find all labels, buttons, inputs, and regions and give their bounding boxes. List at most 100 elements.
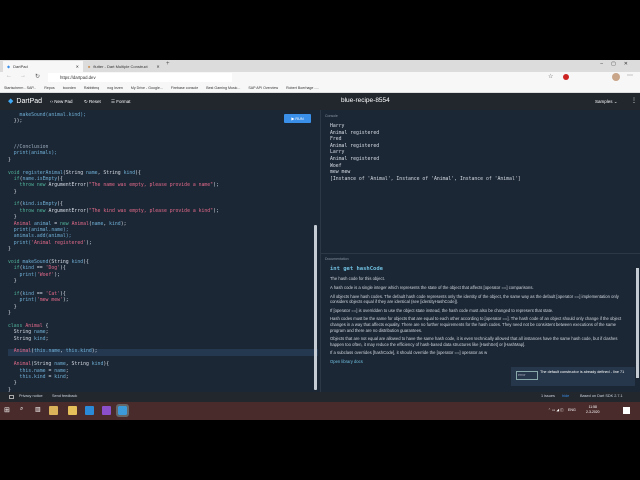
code-token: Animal — [8, 221, 34, 227]
task-view-icon[interactable]: ▥ — [35, 406, 44, 415]
bookmarks-bar: Startscherm - SAP... Repos boorden Rabbi… — [0, 83, 640, 93]
code-token: } — [8, 381, 17, 387]
tab-dartpad[interactable]: ◆ DartPad ✕ — [3, 61, 83, 72]
code-token: ArgumentError( — [48, 183, 89, 189]
code-lines[interactable]: makeSound(animal.kind); }); //Conclusion… — [8, 113, 318, 394]
menu-icon[interactable]: ⋯ — [627, 72, 633, 79]
taskbar: ⊞ ⌕ ▥ ⌃ ▭ ◢ ◫ ENG 11:58 2-3-2020 — [0, 402, 640, 420]
code-token: animals.add(animal); — [8, 234, 72, 240]
code-token: ; — [65, 375, 69, 381]
code-token: this.kind — [65, 349, 92, 355]
bookmark[interactable]: Repos — [44, 86, 54, 90]
bookmark[interactable]: Robert Boerhage -... — [286, 86, 319, 90]
code-token: 'mew mew' — [36, 298, 63, 304]
refresh-icon[interactable]: ↻ — [35, 73, 40, 80]
doc-paragraph: If [operator ==] is overridden to use th… — [330, 307, 554, 313]
code-token: ){ — [135, 170, 141, 176]
code-token: ){ — [83, 259, 89, 265]
bookmark[interactable]: Firebase console — [171, 86, 198, 90]
doc-title: int get hashCode — [330, 266, 383, 272]
footer-bar: Privacy notice Send feedback 1 issues hi… — [0, 392, 640, 402]
bookmark[interactable]: SAP API Overview — [248, 86, 278, 90]
code-token: ); — [62, 298, 69, 304]
visual-studio-app-icon[interactable] — [102, 406, 111, 415]
folder-app-icon[interactable] — [68, 406, 77, 415]
code-token: Animal — [8, 349, 32, 355]
bookmark[interactable]: Rabbitmq — [84, 86, 99, 90]
system-tray-icons[interactable]: ⌃ ▭ ◢ ◫ — [548, 408, 564, 412]
language-indicator[interactable]: ENG — [568, 408, 576, 412]
window-controls[interactable]: –▢✕ — [600, 61, 636, 67]
code-token: 'Animal registered' — [31, 240, 86, 246]
hide-issues-link[interactable]: hide — [562, 394, 569, 398]
url-input[interactable]: https://dartpad.dev — [48, 73, 232, 82]
code-token: kind — [123, 170, 136, 176]
more-options-icon[interactable]: ⋮ — [631, 97, 637, 104]
code-token: { — [45, 323, 49, 329]
reset-button[interactable]: ↻ Reset — [84, 99, 101, 105]
code-token: kind — [91, 362, 104, 368]
editor-scrollbar[interactable] — [314, 225, 317, 390]
extension-icon[interactable] — [563, 74, 569, 80]
profile-avatar[interactable] — [612, 73, 620, 81]
doc-paragraph: Objects that are not equal are allowed t… — [330, 336, 618, 347]
code-token: ){ — [60, 266, 66, 272]
code-token: ); — [213, 183, 219, 189]
bookmark[interactable]: Best Gaming Music... — [206, 86, 240, 90]
code-token: ){ — [60, 291, 66, 297]
code-token: print( — [8, 272, 37, 278]
dartpad-logo[interactable]: ◆ DartPad — [8, 97, 42, 106]
new-pad-button[interactable]: ‹› New Pad — [50, 99, 73, 104]
code-token: ; — [45, 330, 49, 336]
close-tab-icon[interactable]: ✕ — [156, 64, 159, 69]
favorite-star-icon[interactable]: ☆ — [548, 73, 553, 80]
format-button[interactable]: ☰ Format — [111, 99, 131, 105]
bookmark[interactable]: Startscherm - SAP... — [4, 86, 36, 90]
code-token: if — [8, 202, 20, 208]
address-bar: ← → ↻ https://dartpad.dev ☆ ⋯ — [0, 72, 640, 83]
code-token: throw new — [8, 183, 49, 189]
code-token: 'Cat' — [45, 291, 61, 297]
code-token: ; — [45, 336, 49, 342]
tab-flutter[interactable]: ■ flutter - Dart Multiple Construct ✕ — [84, 61, 164, 72]
back-icon[interactable]: ← — [6, 73, 12, 79]
open-library-docs-link[interactable]: Open library docs — [330, 359, 630, 364]
console-output: Harry Animal registered Fred Animal registe… — [330, 124, 521, 183]
code-token: this.name — [8, 368, 49, 374]
doc-paragraph: If a subclass overrides [hashCode], it s… — [330, 350, 488, 356]
windows-start-icon[interactable]: ⊞ — [4, 406, 13, 415]
code-editor[interactable]: makeSound(animal.kind); }); //Conclusion… — [0, 110, 320, 394]
send-feedback-link[interactable]: Send feedback — [52, 394, 77, 398]
code-token: kind — [54, 375, 66, 381]
docs-scrollbar[interactable] — [636, 268, 639, 378]
code-token: "The kind was empty, please provide a ki… — [88, 208, 214, 214]
bookmark[interactable]: nog lezen — [107, 86, 123, 90]
code-token: registerAnimal — [22, 170, 63, 176]
run-button[interactable]: ▶ RUN — [284, 114, 311, 123]
code-token: == — [36, 291, 46, 297]
code-token: //Conclusion — [8, 144, 49, 150]
bookmark[interactable]: My Drive - Google... — [131, 86, 163, 90]
edge-browser-app-icon[interactable] — [116, 404, 129, 417]
new-tab-button[interactable]: + — [166, 61, 170, 67]
code-token: Animal — [8, 362, 32, 368]
code-token: class — [8, 323, 26, 329]
code-token: } — [8, 157, 11, 163]
keyboard-icon[interactable] — [9, 395, 14, 399]
vscode-app-icon[interactable] — [85, 406, 94, 415]
clock[interactable]: 11:58 2-3-2020 — [586, 405, 600, 415]
privacy-notice-link[interactable]: Privacy notice — [19, 394, 43, 398]
samples-dropdown[interactable]: Samples ⌄ — [595, 99, 618, 105]
close-tab-icon[interactable]: ✕ — [76, 64, 79, 69]
console-line: Fred — [330, 137, 342, 143]
code-token: void — [8, 170, 23, 176]
file-explorer-app-icon[interactable] — [49, 406, 58, 415]
forward-icon[interactable]: → — [20, 73, 26, 79]
notifications-icon[interactable] — [623, 407, 630, 414]
code-token: kind — [109, 221, 121, 227]
search-icon[interactable]: ⌕ — [20, 406, 29, 415]
code-token: ; — [65, 368, 69, 374]
bookmark[interactable]: boorden — [63, 86, 76, 90]
code-token: void — [8, 259, 23, 265]
code-token: ); — [85, 240, 92, 246]
